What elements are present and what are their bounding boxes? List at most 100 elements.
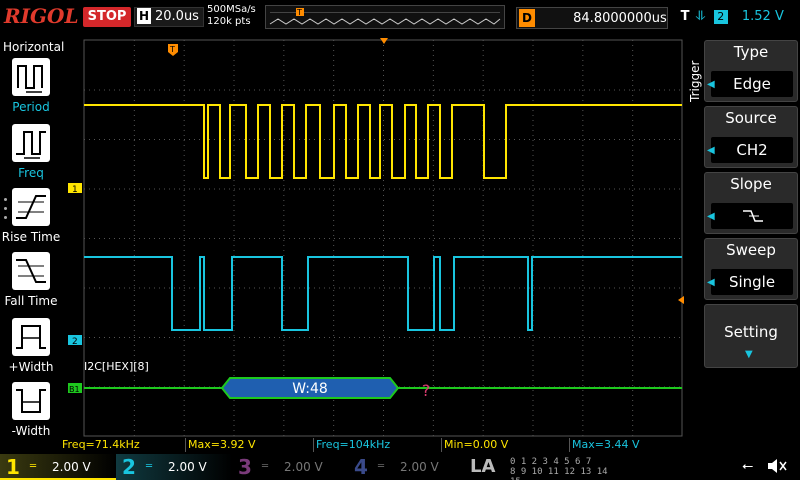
trigger-menu-tab: Trigger	[688, 60, 702, 102]
trigger-source-title: Source	[725, 109, 777, 127]
ch1-number: 1	[6, 455, 20, 479]
rise-time-icon	[12, 188, 50, 226]
memory-overview-bar[interactable]: T	[265, 5, 505, 29]
ch4-coupling-icon: ═	[378, 461, 385, 472]
decoder-label: I2C[HEX][8]	[84, 360, 149, 373]
memory-depth: 120k pts	[207, 16, 251, 27]
logic-analyzer-label: LA	[470, 456, 496, 477]
trigger-sweep-value: Single	[711, 269, 793, 295]
knob-select-arrow-icon: ◀	[707, 211, 715, 222]
rigol-logo: RIGOL	[4, 4, 79, 28]
ch2-waveform-trace	[84, 256, 682, 331]
logic-analyzer-channels: 0 1 2 3 4 5 6 7 8 9 10 11 12 13 14 15	[510, 457, 618, 480]
measure-freq-label: Freq	[18, 166, 44, 180]
horizontal-delay-display[interactable]: D 84.8000000us	[516, 7, 668, 29]
measure-negative-width-button[interactable]: -Width	[0, 382, 62, 444]
measurement-ch1-max[interactable]: Max=3.92 V	[188, 438, 314, 452]
trigger-source-value: CH2	[711, 137, 793, 163]
ch4-status[interactable]: 4 ═ 2.00 V	[348, 454, 464, 480]
measurement-ch2-freq[interactable]: Freq=104kHz	[316, 438, 442, 452]
trigger-channel-badge: 2	[713, 10, 728, 24]
trigger-setting-title: Setting	[724, 323, 778, 341]
timebase-center-marker-icon	[380, 38, 388, 44]
top-status-bar: RIGOL STOP H 20.0us 500MSa/s 120k pts T D…	[0, 0, 800, 38]
measurement-ch2-max[interactable]: Max=3.44 V	[572, 438, 684, 452]
knob-select-arrow-icon: ◀	[707, 277, 715, 288]
memory-trigger-marker-label: T	[296, 8, 302, 17]
measure-fall-time-label: Fall Time	[4, 294, 58, 308]
delay-d-icon: D	[519, 9, 535, 27]
measure-period-label: Period	[12, 100, 50, 114]
trigger-sweep-softkey[interactable]: Sweep Single ◀	[704, 238, 798, 300]
left-menu-title: Horizontal	[3, 40, 65, 54]
speaker-muted-icon[interactable]	[766, 457, 788, 475]
measure-rise-time-label: Rise Time	[1, 230, 61, 244]
decode-unknown-marker: ?	[422, 381, 431, 400]
run-stop-status[interactable]: STOP	[83, 7, 131, 27]
measure-fall-time-button[interactable]: Fall Time	[0, 252, 62, 314]
la-channels-row2: 8 9 10 11 12 13 14 15	[510, 467, 608, 480]
ch1-scale: 2.00 V	[52, 460, 91, 474]
ch1-coupling-icon: ═	[30, 461, 37, 472]
measure-negative-width-label: -Width	[11, 424, 51, 438]
falling-edge-icon: ⥥	[696, 9, 706, 24]
logic-analyzer-status[interactable]: LA 0 1 2 3 4 5 6 7 8 9 10 11 12 13 14 15	[460, 454, 618, 480]
usb-icon: ⭠	[742, 458, 754, 474]
trigger-type-softkey[interactable]: Type Edge ◀	[704, 40, 798, 102]
knob-select-arrow-icon: ◀	[707, 79, 715, 90]
trigger-slope-value	[711, 203, 793, 229]
ch1-status[interactable]: 1 ═ 2.00 V	[0, 454, 116, 480]
knob-select-arrow-icon: ◀	[707, 145, 715, 156]
trigger-position-marker-label: T	[169, 45, 175, 54]
measure-positive-width-button[interactable]: +Width	[0, 318, 62, 380]
trigger-setting-softkey[interactable]: Setting ▼	[704, 304, 798, 368]
period-measure-icon	[12, 58, 50, 96]
timebase-display[interactable]: H 20.0us	[134, 7, 204, 27]
waveform-display[interactable]: W:48 ? I2C[HEX][8] T 1 2 B1	[62, 38, 684, 438]
trigger-sweep-title: Sweep	[726, 241, 776, 259]
ch2-number: 2	[122, 455, 136, 479]
fall-time-icon	[12, 252, 50, 290]
ch3-status[interactable]: 3 ═ 2.00 V	[232, 454, 348, 480]
ch4-number: 4	[354, 455, 368, 479]
falling-edge-icon	[743, 210, 763, 222]
trigger-type-title: Type	[733, 43, 769, 61]
negative-width-icon	[12, 382, 50, 420]
ch1-offset-marker-label: 1	[72, 185, 78, 195]
ch3-number: 3	[238, 455, 252, 479]
channel-status-bar: 1 ═ 2.00 V 2 ═ 2.00 V 3 ═ 2.00 V 4 ═ 2.0…	[0, 452, 800, 480]
frequency-measure-icon	[12, 124, 50, 162]
memory-overview-waveform: T	[269, 8, 501, 25]
trigger-type-value: Edge	[711, 71, 793, 97]
decode-packet-text: W:48	[292, 381, 328, 397]
measure-freq-button[interactable]: Freq	[0, 124, 62, 186]
ch2-coupling-icon: ═	[146, 461, 153, 472]
trigger-t-icon: T	[680, 9, 690, 24]
ch2-status[interactable]: 2 ═ 2.00 V	[116, 454, 232, 480]
measure-period-button[interactable]: Period	[0, 58, 62, 120]
measurement-ch1-min[interactable]: Min=0.00 V	[444, 438, 570, 452]
trigger-level-value: 1.52 V	[741, 9, 784, 24]
sample-rate: 500MSa/s	[207, 4, 256, 15]
trigger-slope-softkey[interactable]: Slope ◀	[704, 172, 798, 234]
measure-positive-width-label: +Width	[8, 360, 54, 374]
submenu-arrow-icon: ▼	[745, 349, 753, 360]
measurement-results-bar: Freq=71.4kHz Max=3.92 V Freq=104kHz Min=…	[62, 438, 684, 452]
trigger-status-display[interactable]: T ⥥ 2 1.52 V	[678, 7, 798, 29]
measure-rise-time-button[interactable]: Rise Time	[0, 188, 62, 250]
trigger-menu: Trigger Type Edge ◀ Source CH2 ◀ Slope ◀…	[684, 38, 800, 438]
ch2-scale: 2.00 V	[168, 460, 207, 474]
ch2-offset-marker-label: 2	[72, 337, 78, 347]
measurement-ch1-freq[interactable]: Freq=71.4kHz	[62, 438, 186, 452]
graticule-grid	[84, 40, 680, 436]
ch4-scale: 2.00 V	[400, 460, 439, 474]
waveform-canvas: W:48 ? I2C[HEX][8] T 1 2 B1	[68, 38, 684, 437]
delay-value: 84.8000000us	[573, 11, 667, 26]
ch3-scale: 2.00 V	[284, 460, 323, 474]
ch3-coupling-icon: ═	[262, 461, 269, 472]
horizontal-measure-menu: Horizontal Period Freq Rise Time Fall Ti…	[0, 38, 65, 438]
bus-offset-marker-label: B1	[69, 385, 80, 394]
timebase-h-icon: H	[137, 8, 151, 24]
trigger-source-softkey[interactable]: Source CH2 ◀	[704, 106, 798, 168]
timebase-value: 20.0us	[155, 9, 199, 24]
